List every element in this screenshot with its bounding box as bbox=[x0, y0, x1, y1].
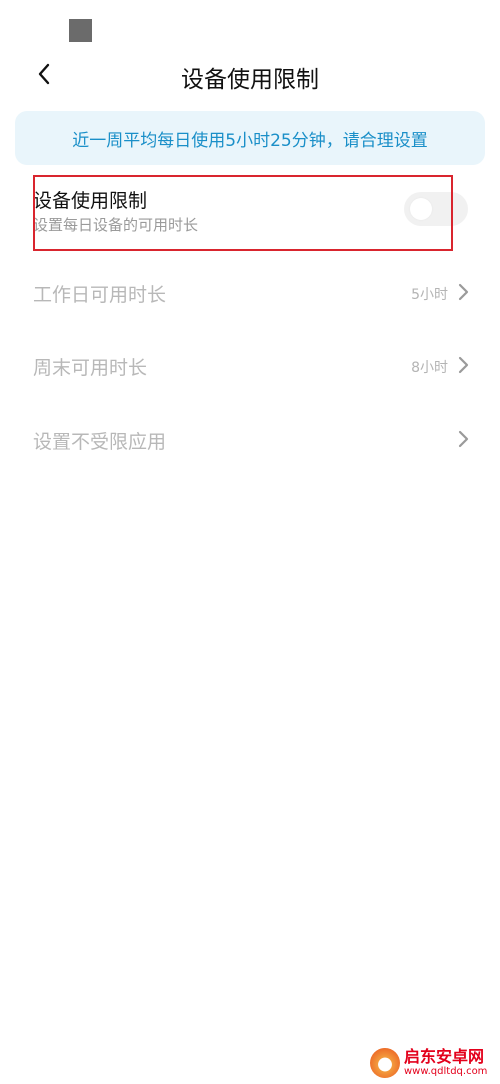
header: 设备使用限制 bbox=[0, 50, 500, 102]
weekend-duration-row[interactable]: 周末可用时长 8小时 bbox=[0, 339, 500, 391]
workday-duration-value: 5小时 bbox=[411, 287, 448, 303]
weekend-duration-label: 周末可用时长 bbox=[33, 357, 148, 379]
weekend-duration-value: 8小时 bbox=[411, 360, 448, 376]
watermark-url: www.qdltdq.com bbox=[404, 1066, 488, 1077]
site-watermark: 启东安卓网 www.qdltdq.com bbox=[370, 1046, 496, 1080]
chevron-right-icon bbox=[458, 430, 469, 448]
workday-duration-label: 工作日可用时长 bbox=[33, 284, 167, 306]
unrestricted-apps-row[interactable]: 设置不受限应用 bbox=[0, 413, 500, 465]
watermark-logo-icon bbox=[370, 1048, 400, 1078]
chevron-right-icon bbox=[458, 283, 469, 301]
chevron-right-icon bbox=[458, 356, 469, 374]
usage-summary-text: 近一周平均每日使用5小时25分钟，请合理设置 bbox=[72, 130, 428, 151]
workday-duration-row[interactable]: 工作日可用时长 5小时 bbox=[0, 266, 500, 318]
status-bar-indicator bbox=[69, 19, 92, 42]
usage-summary-banner: 近一周平均每日使用5小时25分钟，请合理设置 bbox=[15, 111, 485, 165]
page-title: 设备使用限制 bbox=[181, 67, 319, 93]
unrestricted-apps-label: 设置不受限应用 bbox=[33, 431, 167, 453]
watermark-name: 启东安卓网 bbox=[404, 1047, 485, 1066]
highlight-annotation-box bbox=[33, 175, 453, 251]
